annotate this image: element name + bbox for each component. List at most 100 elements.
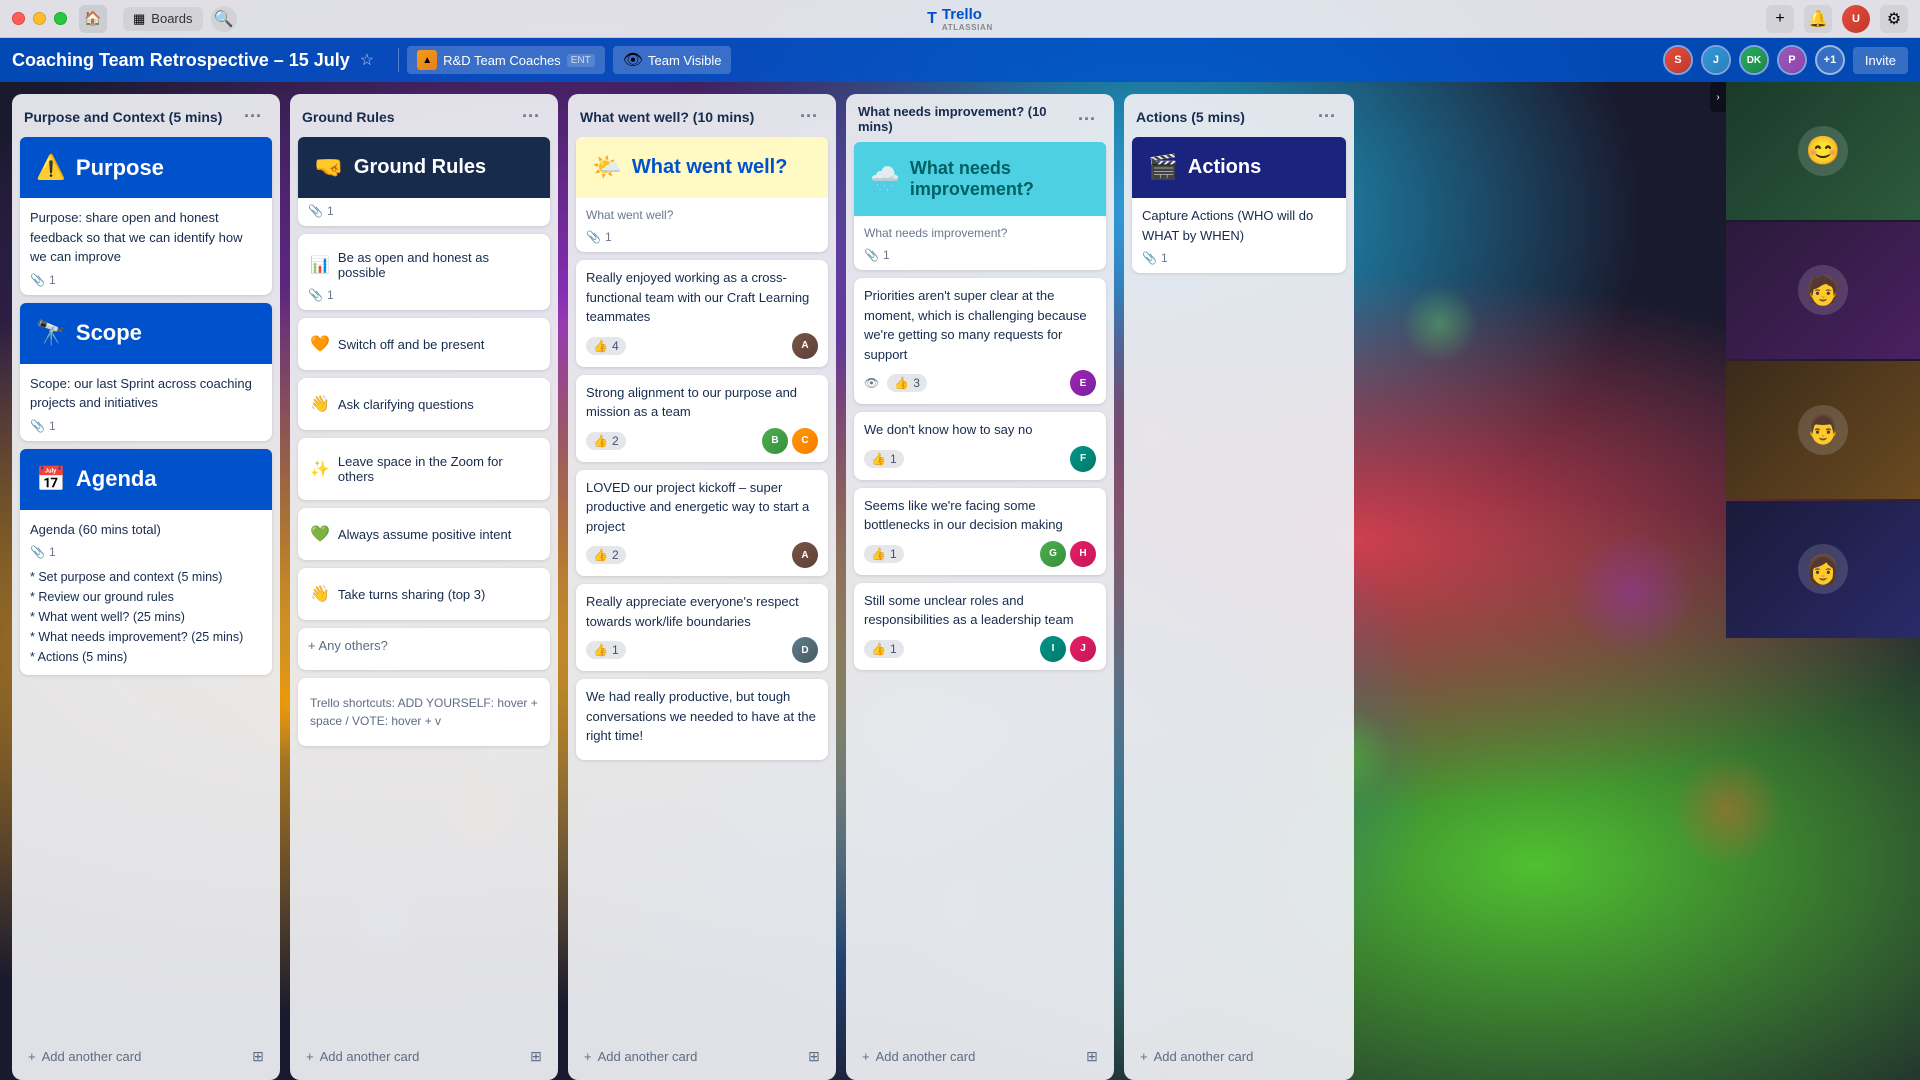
- rule-open-emoji: 📊: [310, 255, 330, 275]
- improvement-3-vote-count: 1: [890, 547, 897, 561]
- list-menu-improvement[interactable]: ···: [1072, 107, 1102, 132]
- member-avatar-dk[interactable]: DK: [1739, 45, 1769, 75]
- wwwell-4-votes[interactable]: 👍 1: [586, 641, 626, 659]
- close-button[interactable]: [12, 12, 25, 25]
- wwwell-4-avatars: D: [792, 637, 818, 663]
- add-button[interactable]: +: [1766, 5, 1794, 33]
- settings-button[interactable]: ⚙: [1880, 5, 1908, 33]
- card-rule-positive[interactable]: 💚 Always assume positive intent: [298, 508, 550, 560]
- person-4: 👩: [1798, 544, 1848, 594]
- boards-button[interactable]: ▦ Boards: [123, 7, 203, 31]
- plus-count-badge[interactable]: +1: [1815, 45, 1845, 75]
- card-rule-ask[interactable]: 👋 Ask clarifying questions: [298, 378, 550, 430]
- wwwell-2-avatar-1: B: [762, 428, 788, 454]
- add-card-btn-improvement[interactable]: + Add another card: [854, 1043, 1078, 1070]
- card-improvement-4[interactable]: Still some unclear roles and responsibil…: [854, 583, 1106, 670]
- agenda-attachment: 📎 1: [30, 545, 56, 559]
- card-improvement-2[interactable]: We don't know how to say no 👍 1 F: [854, 412, 1106, 480]
- add-card-btn-purpose[interactable]: + Add another card: [20, 1043, 244, 1070]
- card-rule-open[interactable]: 📊 Be as open and honest as possible 📎 1: [298, 234, 550, 310]
- ground-rules-att-count: 1: [327, 204, 334, 218]
- rule-leave-item: ✨ Leave space in the Zoom for others: [308, 446, 540, 492]
- card-rule-switch[interactable]: 🧡 Switch off and be present: [298, 318, 550, 370]
- maximize-button[interactable]: [54, 12, 67, 25]
- template-btn-gr[interactable]: ⊞: [522, 1042, 550, 1070]
- card-wwwell-5[interactable]: We had really productive, but tough conv…: [576, 679, 828, 760]
- card-ground-rules-header[interactable]: 🤜 Ground Rules 📎 1: [298, 137, 550, 226]
- member-avatar-4[interactable]: P: [1777, 45, 1807, 75]
- agenda-item-3: * What went well? (25 mins): [30, 607, 262, 627]
- list-header-purpose: Purpose and Context (5 mins) ···: [12, 94, 280, 137]
- avatar-img-2: J: [1703, 47, 1729, 73]
- list-menu-wwwell[interactable]: ···: [794, 104, 824, 129]
- workspace-badge[interactable]: ▲ R&D Team Coaches ENT: [407, 46, 605, 74]
- member-avatar-2[interactable]: J: [1701, 45, 1731, 75]
- card-wwwell-1[interactable]: Really enjoyed working as a cross-functi…: [576, 260, 828, 367]
- rule-ask-item: 👋 Ask clarifying questions: [308, 386, 540, 422]
- wwwell-4-body: Really appreciate everyone's respect tow…: [586, 592, 818, 631]
- rule-turns-emoji: 👋: [310, 584, 330, 604]
- workspace-tag: ENT: [567, 54, 595, 67]
- wwwell-2-votes[interactable]: 👍 2: [586, 432, 626, 450]
- card-wwwell-3[interactable]: LOVED our project kickoff – super produc…: [576, 470, 828, 577]
- user-avatar[interactable]: U: [1842, 5, 1870, 33]
- agenda-items: * Set purpose and context (5 mins) * Rev…: [30, 567, 262, 667]
- trello-logo: T Trello ATLASSIAN: [927, 6, 993, 32]
- list-actions: Actions (5 mins) ··· 🎬 Actions Capture A…: [1124, 94, 1354, 1080]
- card-wwwell-2[interactable]: Strong alignment to our purpose and miss…: [576, 375, 828, 462]
- purpose-footer: 📎 1: [30, 273, 262, 287]
- star-button[interactable]: ☆: [360, 50, 374, 70]
- card-rule-others[interactable]: + Any others?: [298, 628, 550, 670]
- list-menu-ground-rules[interactable]: ···: [516, 104, 546, 129]
- list-title-ground-rules: Ground Rules: [302, 109, 395, 125]
- wwwell-1-votes[interactable]: 👍 4: [586, 337, 626, 355]
- add-card-btn-wwwell[interactable]: + Add another card: [576, 1043, 800, 1070]
- template-btn-improvement[interactable]: ⊞: [1078, 1042, 1106, 1070]
- list-menu-purpose[interactable]: ···: [238, 104, 268, 129]
- board-title[interactable]: Coaching Team Retrospective – 15 July: [12, 50, 350, 71]
- home-button[interactable]: 🏠: [79, 5, 107, 33]
- invite-button[interactable]: Invite: [1853, 47, 1908, 74]
- card-wwwell-header[interactable]: 🌤️ What went well? What went well? 📎 1: [576, 137, 828, 252]
- video-collapse-button[interactable]: ›: [1710, 82, 1726, 112]
- card-agenda[interactable]: 📅 Agenda Agenda (60 mins total) 📎 1 * Se…: [20, 449, 272, 676]
- list-title-wwwell: What went well? (10 mins): [580, 109, 754, 125]
- card-purpose[interactable]: ⚠️ Purpose Purpose: share open and hones…: [20, 137, 272, 295]
- search-button[interactable]: 🔍: [211, 6, 237, 32]
- card-actions-header[interactable]: 🎬 Actions Capture Actions (WHO will do W…: [1132, 137, 1346, 273]
- card-rule-shortcuts[interactable]: Trello shortcuts: ADD YOURSELF: hover + …: [298, 678, 550, 746]
- add-card-plus-gr: +: [306, 1049, 314, 1064]
- add-card-actions: + Add another card: [1124, 1035, 1354, 1080]
- rule-leave-text: Leave space in the Zoom for others: [338, 454, 538, 484]
- list-needs-improvement: What needs improvement? (10 mins) ··· 🌧️…: [846, 94, 1114, 1080]
- improvement-att-icon: 📎: [864, 248, 879, 262]
- card-improvement-header[interactable]: 🌧️ What needs improvement? What needs im…: [854, 142, 1106, 270]
- card-improvement-3[interactable]: Seems like we're facing some bottlenecks…: [854, 488, 1106, 575]
- card-improvement-1[interactable]: Priorities aren't super clear at the mom…: [854, 278, 1106, 404]
- list-menu-actions[interactable]: ···: [1312, 104, 1342, 129]
- thumbup-icon-i3: 👍: [871, 547, 886, 561]
- template-btn-purpose[interactable]: ⊞: [244, 1042, 272, 1070]
- minimize-button[interactable]: [33, 12, 46, 25]
- card-scope[interactable]: 🔭 Scope Scope: our last Sprint across co…: [20, 303, 272, 441]
- card-wwwell-4[interactable]: Really appreciate everyone's respect tow…: [576, 584, 828, 671]
- add-card-plus-purpose: +: [28, 1049, 36, 1064]
- agenda-item-2: * Review our ground rules: [30, 587, 262, 607]
- member-avatar-1[interactable]: S: [1663, 45, 1693, 75]
- card-rule-turns[interactable]: 👋 Take turns sharing (top 3): [298, 568, 550, 620]
- improvement-2-votes[interactable]: 👍 1: [864, 450, 904, 468]
- notification-button[interactable]: 🔔: [1804, 5, 1832, 33]
- add-card-btn-actions[interactable]: + Add another card: [1132, 1043, 1346, 1070]
- improvement-3-votes[interactable]: 👍 1: [864, 545, 904, 563]
- add-card-btn-ground-rules[interactable]: + Add another card: [298, 1043, 522, 1070]
- video-panel: 😊 🧑 👨 👩: [1726, 82, 1920, 638]
- improvement-1-votes[interactable]: 👍 3: [887, 374, 927, 392]
- improvement-4-votes[interactable]: 👍 1: [864, 640, 904, 658]
- titlebar-center: T Trello ATLASSIAN: [927, 6, 993, 32]
- card-rule-leave[interactable]: ✨ Leave space in the Zoom for others: [298, 438, 550, 500]
- template-btn-wwwell[interactable]: ⊞: [800, 1042, 828, 1070]
- add-card-improvement: + Add another card ⊞: [846, 1034, 1114, 1080]
- wwwell-3-votes[interactable]: 👍 2: [586, 546, 626, 564]
- rule-positive-text: Always assume positive intent: [338, 527, 511, 542]
- visibility-badge[interactable]: 👁 Team Visible: [613, 46, 732, 74]
